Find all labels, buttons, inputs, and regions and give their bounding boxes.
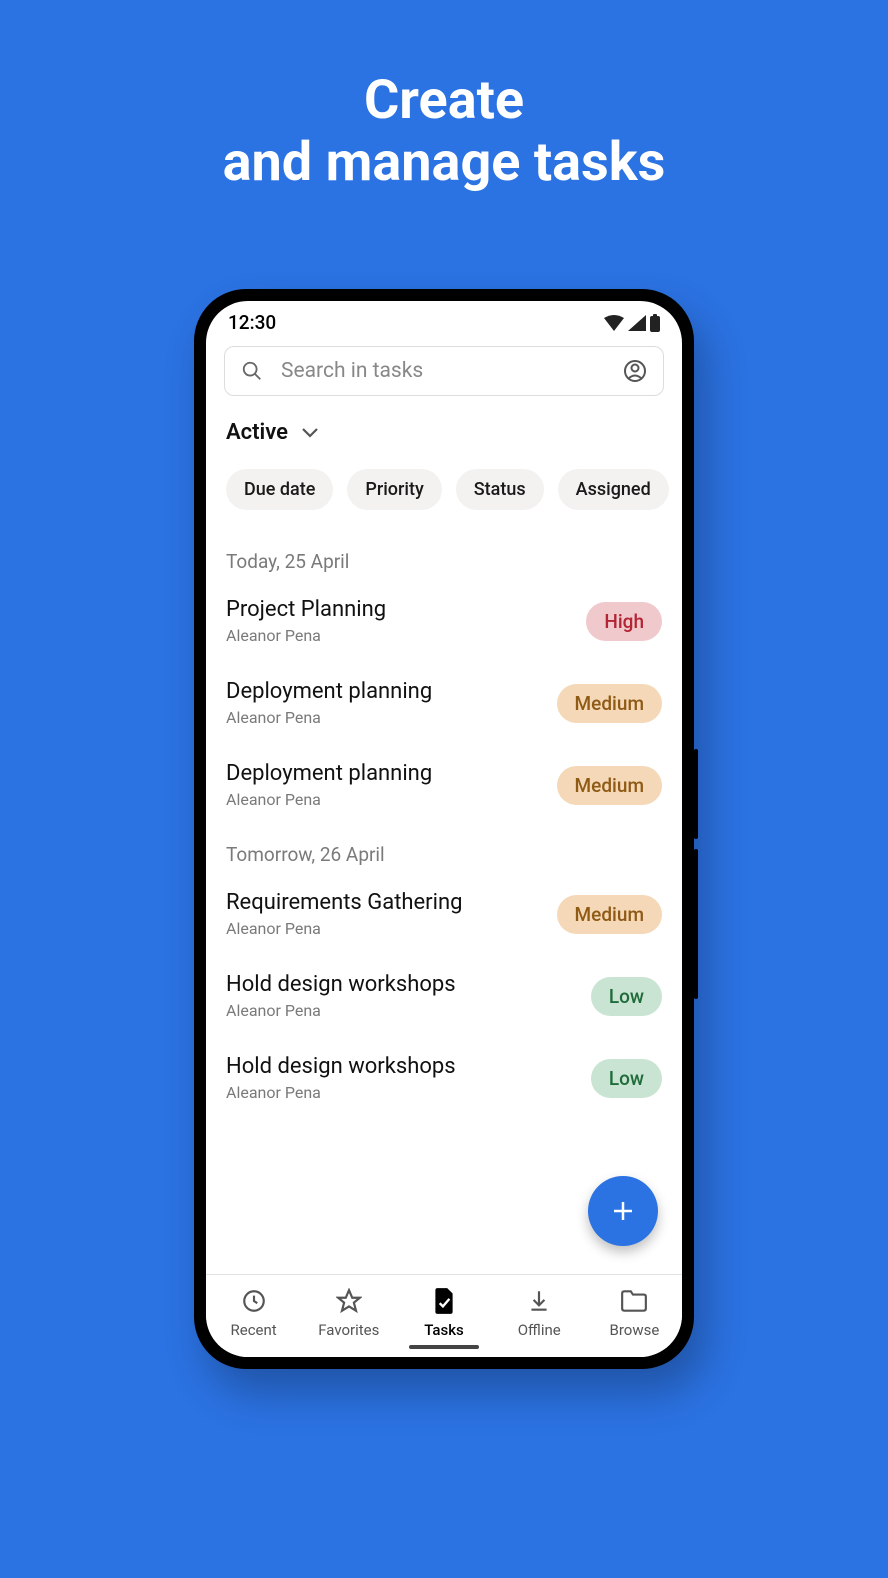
- task-assignee: Aleanor Pena: [226, 790, 432, 809]
- task-title: Hold design workshops: [226, 972, 456, 997]
- nav-offline[interactable]: Offline: [492, 1287, 587, 1339]
- phone-frame: 12:30 Active Due date Priority Status Assig…: [194, 289, 694, 1369]
- star-icon: [335, 1287, 363, 1315]
- bottom-nav: Recent Favorites Tasks Offline Browse: [206, 1274, 682, 1357]
- filter-label: Active: [226, 420, 288, 445]
- task-title: Requirements Gathering: [226, 890, 462, 915]
- search-icon: [241, 360, 263, 382]
- task-title: Hold design workshops: [226, 1054, 456, 1079]
- priority-badge: Medium: [557, 895, 662, 934]
- section-header: Today, 25 April: [206, 534, 682, 581]
- nav-label: Browse: [610, 1321, 660, 1339]
- wifi-icon: [604, 315, 624, 331]
- task-list[interactable]: Today, 25 April Project Planning Aleanor P…: [206, 534, 682, 1274]
- nav-browse[interactable]: Browse: [587, 1287, 682, 1339]
- nav-favorites[interactable]: Favorites: [301, 1287, 396, 1339]
- task-row[interactable]: Deployment planning Aleanor Pena Medium: [206, 745, 682, 827]
- filter-chip-priority[interactable]: Priority: [347, 469, 441, 510]
- nav-label: Offline: [518, 1321, 561, 1339]
- account-icon[interactable]: [623, 359, 647, 383]
- promo-heading: Create and manage tasks: [223, 70, 666, 194]
- nav-label: Favorites: [318, 1321, 379, 1339]
- task-row[interactable]: Hold design workshops Aleanor Pena Low: [206, 1038, 682, 1120]
- task-row[interactable]: Deployment planning Aleanor Pena Medium: [206, 663, 682, 745]
- priority-badge: Medium: [557, 684, 662, 723]
- status-icons: [604, 314, 660, 332]
- task-title: Project Planning: [226, 597, 386, 622]
- priority-badge: Low: [591, 977, 662, 1016]
- clock-icon: [240, 1287, 268, 1315]
- signal-icon: [628, 315, 646, 331]
- section-header: Tomorrow, 26 April: [206, 827, 682, 874]
- task-row[interactable]: Hold design workshops Aleanor Pena Low: [206, 956, 682, 1038]
- search-input[interactable]: [281, 359, 605, 383]
- nav-label: Recent: [231, 1321, 277, 1339]
- priority-badge: Low: [591, 1059, 662, 1098]
- plus-icon: [611, 1199, 635, 1223]
- task-assignee: Aleanor Pena: [226, 1083, 456, 1102]
- filter-chip-status[interactable]: Status: [456, 469, 544, 510]
- promo-line1: Create: [223, 70, 666, 132]
- task-title: Deployment planning: [226, 679, 432, 704]
- screen: 12:30 Active Due date Priority Status Assig…: [206, 301, 682, 1357]
- nav-tasks[interactable]: Tasks: [396, 1287, 491, 1339]
- task-assignee: Aleanor Pena: [226, 1001, 456, 1020]
- filter-dropdown[interactable]: Active: [206, 396, 682, 445]
- priority-badge: High: [586, 602, 662, 641]
- promo-line2: and manage tasks: [223, 132, 666, 194]
- folder-icon: [620, 1287, 648, 1315]
- filter-chip-assigned[interactable]: Assigned: [558, 469, 669, 510]
- battery-icon: [650, 314, 660, 332]
- priority-badge: Medium: [557, 766, 662, 805]
- search-bar[interactable]: [224, 346, 664, 396]
- chevron-down-icon: [302, 428, 318, 438]
- task-assignee: Aleanor Pena: [226, 626, 386, 645]
- task-assignee: Aleanor Pena: [226, 708, 432, 727]
- status-bar: 12:30: [206, 301, 682, 340]
- tasks-icon: [430, 1287, 458, 1315]
- filter-chips: Due date Priority Status Assigned: [206, 445, 682, 534]
- task-row[interactable]: Requirements Gathering Aleanor Pena Medium: [206, 874, 682, 956]
- task-assignee: Aleanor Pena: [226, 919, 462, 938]
- status-time: 12:30: [228, 311, 276, 334]
- task-row[interactable]: Project Planning Aleanor Pena High: [206, 581, 682, 663]
- filter-chip-due-date[interactable]: Due date: [226, 469, 333, 510]
- add-task-button[interactable]: [588, 1176, 658, 1246]
- search-container: [206, 340, 682, 396]
- task-title: Deployment planning: [226, 761, 432, 786]
- download-icon: [525, 1287, 553, 1315]
- nav-label: Tasks: [424, 1321, 464, 1339]
- nav-recent[interactable]: Recent: [206, 1287, 301, 1339]
